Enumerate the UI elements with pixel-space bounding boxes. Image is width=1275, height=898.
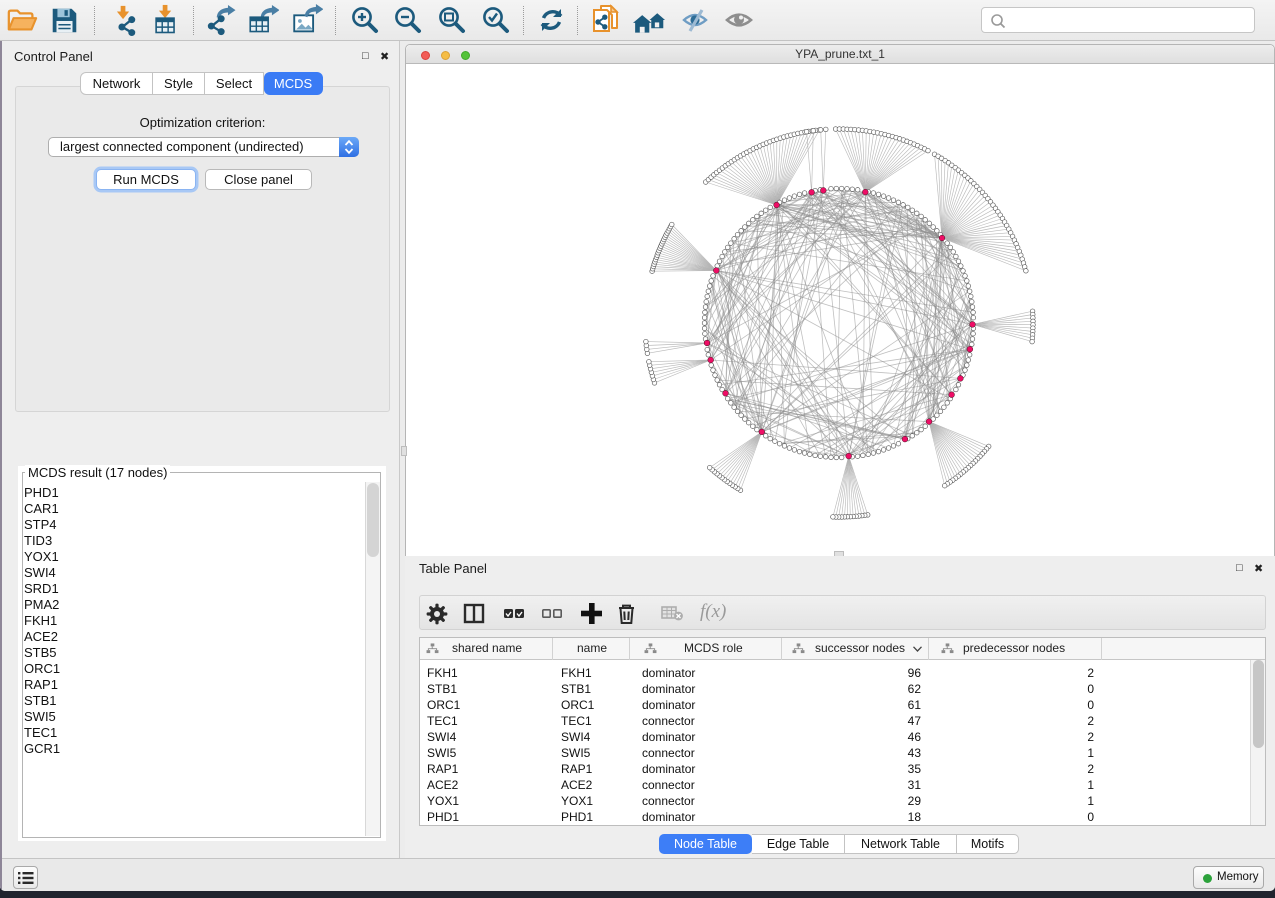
svg-text:f(x): f(x) [700, 601, 726, 622]
